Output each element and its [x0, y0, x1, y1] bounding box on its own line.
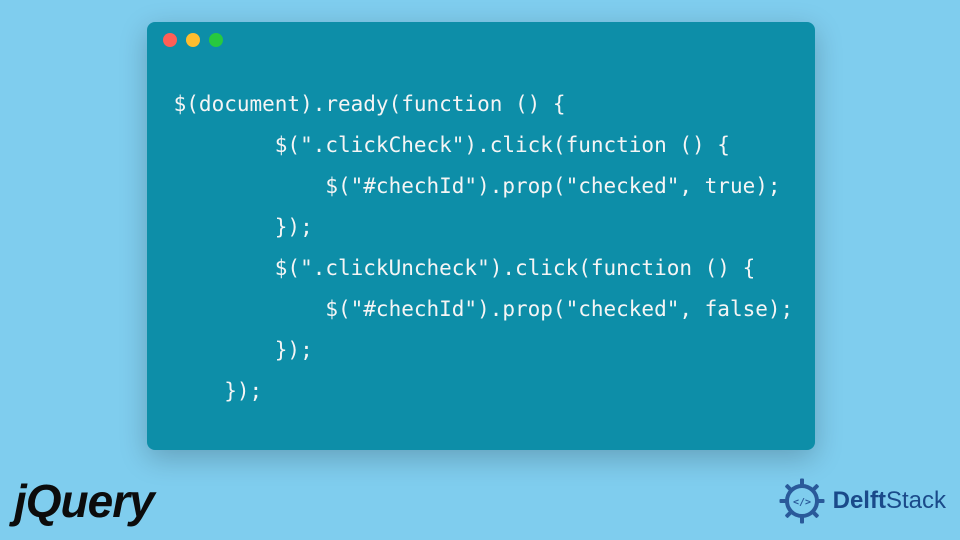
code-line: $("#chechId").prop("checked", true); [161, 174, 781, 198]
delftstack-text: DelftStack [833, 487, 946, 515]
code-window: $(document).ready(function () { $(".clic… [147, 22, 815, 450]
code-line: $("#chechId").prop("checked", false); [161, 297, 793, 321]
minimize-icon[interactable] [186, 33, 200, 47]
code-line: }); [161, 338, 313, 362]
close-icon[interactable] [163, 33, 177, 47]
maximize-icon[interactable] [209, 33, 223, 47]
gear-icon: </> [777, 476, 827, 526]
code-line: }); [161, 215, 313, 239]
svg-text:</>: </> [793, 497, 811, 508]
code-line: $(".clickCheck").click(function () { [161, 133, 730, 157]
code-block: $(document).ready(function () { $(".clic… [147, 58, 815, 412]
delftstack-logo: </> DelftStack [777, 476, 946, 526]
jquery-logo: jQuery [14, 474, 154, 528]
code-line: $(document).ready(function () { [161, 92, 566, 116]
window-titlebar [147, 22, 815, 58]
code-line: }); [161, 379, 262, 403]
code-line: $(".clickUncheck").click(function () { [161, 256, 755, 280]
